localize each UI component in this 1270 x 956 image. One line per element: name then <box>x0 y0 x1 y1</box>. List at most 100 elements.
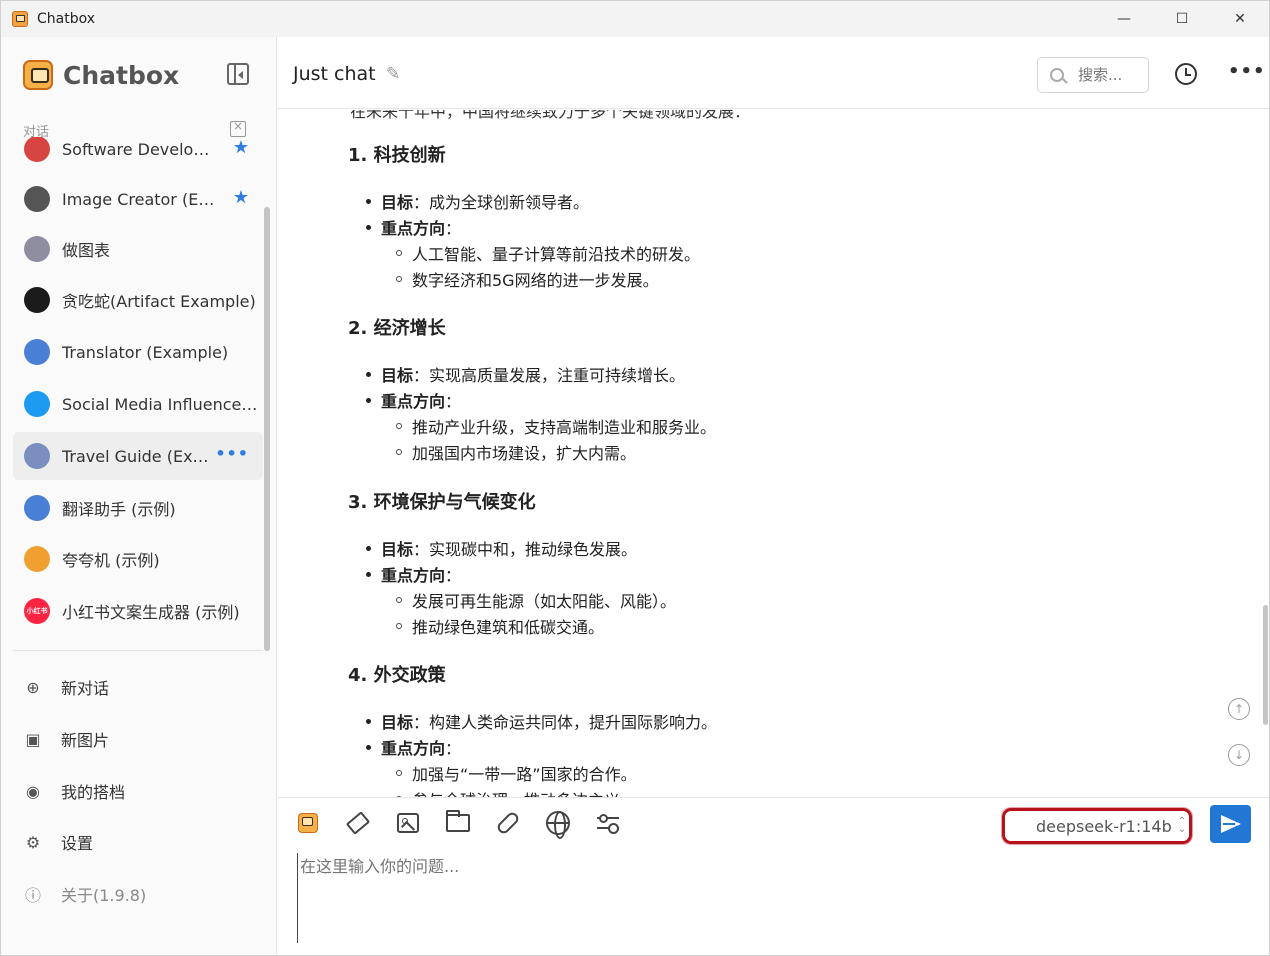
search-icon <box>1050 68 1064 82</box>
focus-label: 重点方向 <box>381 219 446 238</box>
chat-title: Just chat <box>293 63 376 85</box>
sub-bullet-dot <box>396 250 402 256</box>
focus-label: 重点方向 <box>381 392 446 411</box>
conversation-item[interactable]: Translator (Example) <box>13 328 263 376</box>
target-label: 目标 <box>381 366 414 385</box>
conversation-label: 贪吃蛇(Artifact Example) <box>62 292 256 311</box>
attach-file-button[interactable] <box>445 810 471 836</box>
bullet-dot <box>366 198 371 204</box>
conversation-label: Image Creator (E… <box>62 189 215 209</box>
sub-bullet-dot <box>396 597 402 603</box>
minimize-button[interactable]: — <box>1095 1 1153 37</box>
section-heading: 3. 环境保护与气候变化 <box>348 492 536 513</box>
message-content: 在未来十年中，中国将继续致力于多个关键领域的发展： 1. 科技创新 目标 ：成为全球… <box>278 110 1269 797</box>
sub-bullet-text: 参与全球治理，推动多边主义。 <box>412 787 636 797</box>
conversation-item[interactable]: 小红书 小红书文案生成器 (示例) <box>13 587 263 635</box>
star-icon[interactable]: ★ <box>233 137 249 158</box>
party-icon <box>24 546 50 572</box>
focus-bullet: 重点方向： <box>366 735 461 759</box>
globe-icon <box>546 811 570 839</box>
bullet-dot <box>366 224 371 230</box>
settings-sliders-button[interactable] <box>595 810 621 836</box>
conversation-item[interactable]: 夸夸机 (示例) <box>13 535 263 583</box>
main-panel: Just chat ✎ ••• 在未来十年中，中国将继续致力于多个关键领域的发展… <box>278 37 1269 955</box>
edit-title-icon[interactable]: ✎ <box>386 64 400 84</box>
new-chat-item[interactable]: ⊕ 新对话 <box>23 672 109 702</box>
collapse-sidebar-icon[interactable] <box>227 63 249 85</box>
menu-label: 新对话 <box>61 679 110 698</box>
scroll-down-icon[interactable]: ↓ <box>1228 744 1250 766</box>
clear-context-button[interactable] <box>345 810 371 836</box>
conversation-item[interactable]: 做图表 <box>13 225 263 273</box>
sub-bullet-text: 人工智能、量子计算等前沿技术的研发。 <box>412 245 701 264</box>
about-item[interactable]: ⓘ 关于(1.9.8) <box>23 879 146 909</box>
conversation-label: 夸夸机 (示例) <box>62 551 160 570</box>
folder-icon <box>446 810 470 832</box>
conversation-label: 翻译助手 (示例) <box>62 500 176 519</box>
model-selector[interactable]: deepseek-r1:14b ⌃ ⌄ <box>1002 808 1192 844</box>
sub-bullet-text: 推动绿色建筑和低碳交通。 <box>412 618 605 637</box>
conversation-item[interactable]: Travel Guide (Ex… ••• <box>13 432 263 480</box>
conversation-label: Social Media Influence… <box>62 394 258 414</box>
menu-label: 我的搭档 <box>61 783 126 802</box>
settings-item[interactable]: ⚙ 设置 <box>23 827 93 857</box>
conversation-item[interactable]: 翻译助手 (示例) <box>13 484 263 532</box>
sub-bullet-dot <box>396 423 402 429</box>
image-icon <box>24 186 50 212</box>
chatbox-tool-button[interactable] <box>295 810 321 836</box>
sub-bullet: 发展可再生能源（如太阳能、风能）。 <box>396 588 676 612</box>
prompt-input[interactable] <box>297 853 1247 943</box>
history-icon[interactable] <box>1175 63 1197 85</box>
brand-name: Chatbox <box>63 60 180 90</box>
target-label: 目标 <box>381 540 414 559</box>
sub-bullet: 数字经济和5G网络的进一步发展。 <box>396 267 659 291</box>
chatbox-logo-icon <box>23 60 53 90</box>
target-text: ：实现高质量发展，注重可持续增长。 <box>413 366 686 385</box>
my-partners-item[interactable]: ◉ 我的搭档 <box>23 776 125 806</box>
sidebar-scrollbar-thumb[interactable] <box>264 207 270 651</box>
eraser-icon <box>345 811 371 835</box>
conversation-item[interactable]: Social Media Influence… <box>13 380 263 428</box>
new-image-item[interactable]: ▣ 新图片 <box>23 724 109 754</box>
conversation-item[interactable]: Image Creator (E… ★ <box>13 175 263 223</box>
sub-bullet-text: 加强国内市场建设，扩大内需。 <box>412 444 637 463</box>
conversation-more-icon[interactable]: ••• <box>215 444 249 463</box>
send-button[interactable] <box>1210 805 1251 843</box>
star-icon[interactable]: ★ <box>233 187 249 208</box>
target-bullet: 目标 ：实现碳中和，推动绿色发展。 <box>366 536 637 560</box>
conversation-label: Travel Guide (Ex… <box>62 446 209 466</box>
conversation-item[interactable]: Software Develop… ★ <box>13 137 263 173</box>
chat-header: Just chat ✎ ••• <box>278 37 1269 109</box>
model-name: deepseek-r1:14b <box>1036 816 1172 836</box>
menu-label: 设置 <box>61 834 94 853</box>
clear-conversations-icon[interactable] <box>230 119 246 137</box>
content-scrollbar-thumb[interactable] <box>1263 605 1268 725</box>
web-search-button[interactable] <box>545 810 571 839</box>
focus-bullet: 重点方向： <box>366 388 461 412</box>
close-button[interactable]: ✕ <box>1211 1 1269 37</box>
gear-icon: ⚙ <box>25 832 41 852</box>
sub-bullet-text: 数字经济和5G网络的进一步发展。 <box>412 271 659 290</box>
attach-link-button[interactable] <box>495 810 521 836</box>
bullet-dot <box>366 571 371 577</box>
chatbox-app-icon <box>12 11 28 27</box>
bullet-dot <box>366 397 371 403</box>
sub-bullet-text: 发展可再生能源（如太阳能、风能）。 <box>412 592 677 611</box>
target-label: 目标 <box>381 713 414 732</box>
scroll-up-icon[interactable]: ↑ <box>1228 698 1250 720</box>
sub-bullet-dot <box>396 770 402 776</box>
conversation-item[interactable]: 贪吃蛇(Artifact Example) <box>13 276 263 324</box>
conversation-label: 做图表 <box>62 241 111 260</box>
maximize-button[interactable]: ☐ <box>1153 1 1211 37</box>
bullet-dot <box>366 744 371 750</box>
conversation-list: Software Develop… ★ Image Creator (E… ★ 做图表贪… <box>13 137 263 649</box>
search-input[interactable] <box>1078 66 1148 84</box>
sidebar: Chatbox 对话 Software Develop…★Image Creat… <box>1 37 277 955</box>
search-box[interactable] <box>1037 57 1149 93</box>
more-options-icon[interactable]: ••• <box>1228 61 1266 82</box>
twitter-icon <box>24 391 50 417</box>
title-bar: Chatbox — ☐ ✕ <box>1 1 1269 37</box>
target-bullet: 目标 ：成为全球创新领导者。 <box>366 189 589 213</box>
attach-image-button[interactable] <box>395 810 421 836</box>
window-controls: — ☐ ✕ <box>1095 1 1269 37</box>
